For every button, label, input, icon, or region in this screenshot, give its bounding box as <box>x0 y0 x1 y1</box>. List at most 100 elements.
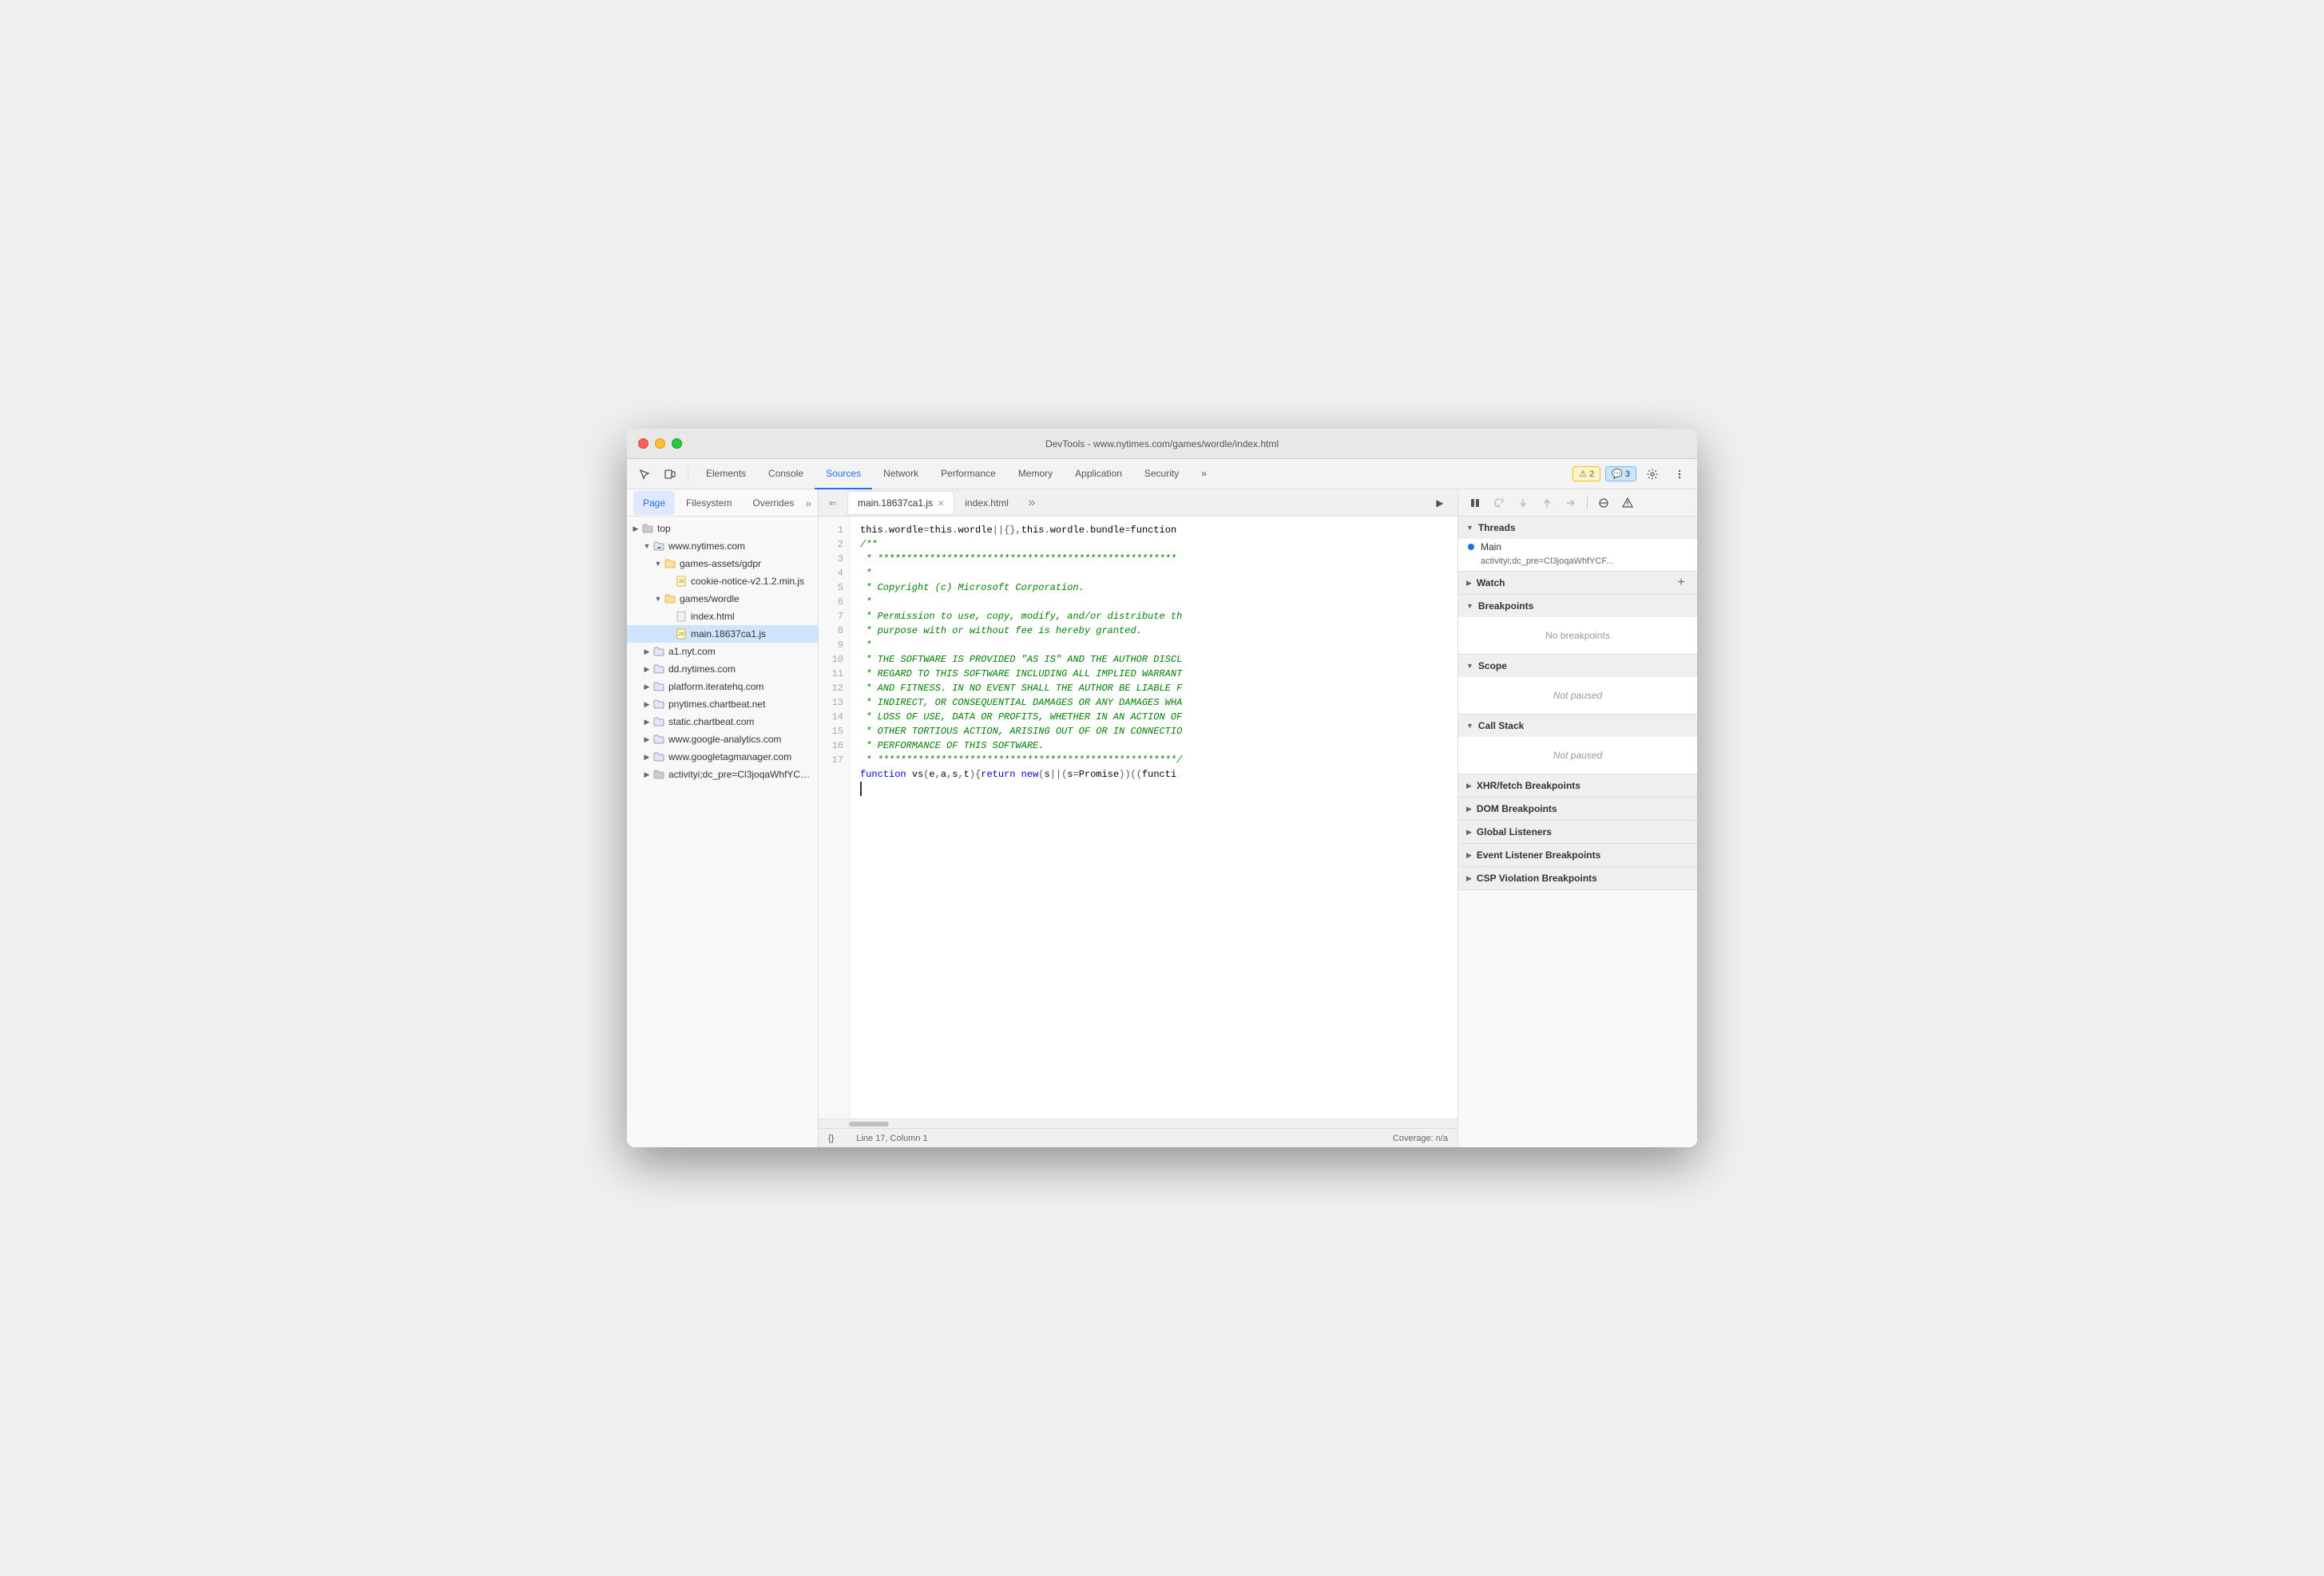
tab-performance[interactable]: Performance <box>930 459 1007 489</box>
tree-item-static-chartbeat[interactable]: ▶ static.chartbeat.com <box>627 713 818 731</box>
event-listener-bp-section: ▶ Event Listener Breakpoints <box>1458 844 1697 867</box>
editor-tab-main-js[interactable]: main.18637ca1.js × <box>847 491 954 515</box>
tree-arrow-google-analytics: ▶ <box>641 734 652 745</box>
tree-item-platform-iterate[interactable]: ▶ platform.iteratehq.com <box>627 678 818 695</box>
code-line-2: /** <box>860 537 1448 552</box>
tab-more[interactable]: » <box>1190 459 1218 489</box>
global-listeners-arrow: ▶ <box>1466 828 1472 837</box>
cloud-folder-icon-dd <box>652 663 665 675</box>
coverage-status: Coverage: n/a <box>1393 1134 1448 1143</box>
tree-item-gtm[interactable]: ▶ www.googletagmanager.com <box>627 748 818 766</box>
tab-network[interactable]: Network <box>872 459 930 489</box>
threads-header[interactable]: ▼ Threads <box>1458 517 1697 539</box>
device-toolbar-button[interactable] <box>659 463 681 485</box>
call-stack-content: Not paused <box>1458 737 1697 774</box>
step-out-button[interactable] <box>1537 493 1557 513</box>
svg-text:JS: JS <box>678 632 684 637</box>
global-listeners-header[interactable]: ▶ Global Listeners <box>1458 821 1697 843</box>
tree-item-activityi[interactable]: ▶ activityi;dc_pre=Cl3joqaWhfYCFc9V1Qc <box>627 766 818 783</box>
xhr-breakpoints-header[interactable]: ▶ XHR/fetch Breakpoints <box>1458 774 1697 797</box>
cloud-folder-icon-static <box>652 715 665 728</box>
tree-item-main-js[interactable]: ▶ JS main.18637ca1.js <box>627 625 818 643</box>
code-line-16: * PERFORMANCE OF THIS SOFTWARE. <box>860 739 1448 753</box>
tab-sources[interactable]: Sources <box>815 459 872 489</box>
subtab-page[interactable]: Page <box>633 491 675 515</box>
tree-item-index-html[interactable]: ▶ index.html <box>627 608 818 625</box>
watch-section: ▶ Watch + <box>1458 572 1697 595</box>
editor-tabs-bar: ⇐ main.18637ca1.js × index.html » ▶ <box>819 489 1457 517</box>
main-thread-item[interactable]: Main <box>1458 539 1697 555</box>
tree-item-cookie-notice[interactable]: ▶ JS cookie-notice-v2.1.2.min.js <box>627 572 818 590</box>
horizontal-scrollbar[interactable] <box>819 1119 1457 1128</box>
file-tree-scroll[interactable]: ▶ top ▼ ☁ www.nytimes.com ▼ <box>627 517 818 1147</box>
settings-button[interactable] <box>1641 463 1664 485</box>
editor-tab-index-html[interactable]: index.html <box>954 491 1019 515</box>
tree-item-games-wordle[interactable]: ▼ games/wordle <box>627 590 818 608</box>
run-snippet-button[interactable]: ▶ <box>1429 492 1451 514</box>
csp-bp-header[interactable]: ▶ CSP Violation Breakpoints <box>1458 867 1697 889</box>
tree-item-pnytimes-chartbeat[interactable]: ▶ pnytimes.chartbeat.net <box>627 695 818 713</box>
xhr-breakpoints-section: ▶ XHR/fetch Breakpoints <box>1458 774 1697 798</box>
right-panel-scroll[interactable]: ▼ Threads Main activityi;dc_pre=Cl3joqaW… <box>1458 517 1697 1147</box>
add-watch-button[interactable]: + <box>1673 575 1689 591</box>
tree-item-games-assets[interactable]: ▼ games-assets/gdpr <box>627 555 818 572</box>
h-scroll-thumb[interactable] <box>849 1122 889 1127</box>
more-options-button[interactable] <box>1668 463 1691 485</box>
call-stack-section: ▼ Call Stack Not paused <box>1458 715 1697 774</box>
maximize-button[interactable] <box>672 438 682 449</box>
tree-label-top: top <box>657 523 811 534</box>
dom-breakpoints-header[interactable]: ▶ DOM Breakpoints <box>1458 798 1697 820</box>
pause-on-exceptions-button[interactable] <box>1617 493 1638 513</box>
deactivate-breakpoints-button[interactable] <box>1593 493 1614 513</box>
minimize-button[interactable] <box>655 438 665 449</box>
editor-tabs-more[interactable]: » <box>1022 493 1041 513</box>
close-tab-main-js[interactable]: × <box>938 497 944 509</box>
breakpoints-header[interactable]: ▼ Breakpoints <box>1458 595 1697 617</box>
watch-header[interactable]: ▶ Watch + <box>1458 572 1697 594</box>
step-over-button[interactable] <box>1489 493 1509 513</box>
subtabs-menu[interactable]: ⋮ <box>813 493 819 513</box>
tree-item-top[interactable]: ▶ top <box>627 520 818 537</box>
main-layout: Page Filesystem Overrides » ⋮ ▶ top ▼ <box>627 489 1697 1147</box>
format-button[interactable]: {} <box>828 1134 834 1143</box>
code-line-17: * **************************************… <box>860 753 1448 767</box>
close-button[interactable] <box>638 438 648 449</box>
tree-item-www-nytimes[interactable]: ▼ ☁ www.nytimes.com <box>627 537 818 555</box>
subtab-filesystem[interactable]: Filesystem <box>676 491 741 515</box>
step-into-button[interactable] <box>1513 493 1533 513</box>
code-area[interactable]: 1 2 3 4 5 6 7 8 9 10 11 12 13 14 <box>819 517 1457 1119</box>
folder-icon-activityi <box>652 768 665 781</box>
line-numbers: 1 2 3 4 5 6 7 8 9 10 11 12 13 14 <box>819 517 851 1119</box>
errors-badge[interactable]: 💬 3 <box>1605 466 1636 481</box>
tab-console[interactable]: Console <box>757 459 815 489</box>
breakpoints-arrow: ▼ <box>1466 602 1473 610</box>
code-line-6: * <box>860 595 1448 609</box>
tab-security[interactable]: Security <box>1133 459 1190 489</box>
tree-label-platform: platform.iteratehq.com <box>668 681 811 692</box>
inspect-element-button[interactable] <box>633 463 656 485</box>
event-listener-bp-header[interactable]: ▶ Event Listener Breakpoints <box>1458 844 1697 866</box>
tree-item-a1-nyt[interactable]: ▶ a1.nyt.com <box>627 643 818 660</box>
pause-resume-button[interactable] <box>1465 493 1485 513</box>
csp-bp-section: ▶ CSP Violation Breakpoints <box>1458 867 1697 890</box>
tab-memory[interactable]: Memory <box>1007 459 1064 489</box>
toggle-sidebar-button[interactable]: ⇐ <box>822 492 844 514</box>
scope-header[interactable]: ▼ Scope <box>1458 655 1697 677</box>
csp-arrow: ▶ <box>1466 874 1472 883</box>
code-editor[interactable]: 1 2 3 4 5 6 7 8 9 10 11 12 13 14 <box>819 517 1457 1147</box>
editor-tab-label-main: main.18637ca1.js <box>858 497 933 509</box>
line-num-9: 9 <box>819 638 850 652</box>
line-num-7: 7 <box>819 609 850 624</box>
tree-item-google-analytics[interactable]: ▶ www.google-analytics.com <box>627 731 818 748</box>
event-listener-bp-title: Event Listener Breakpoints <box>1477 849 1600 861</box>
subtabs-more[interactable]: » <box>805 493 811 513</box>
call-stack-header[interactable]: ▼ Call Stack <box>1458 715 1697 737</box>
tab-elements[interactable]: Elements <box>695 459 757 489</box>
tree-item-dd-nytimes[interactable]: ▶ dd.nytimes.com <box>627 660 818 678</box>
subtab-overrides[interactable]: Overrides <box>743 491 803 515</box>
breakpoints-title: Breakpoints <box>1478 600 1533 612</box>
cloud-folder-icon-ga <box>652 733 665 746</box>
step-button[interactable] <box>1561 493 1581 513</box>
tab-application[interactable]: Application <box>1064 459 1133 489</box>
warnings-badge[interactable]: ⚠ 2 <box>1572 466 1600 481</box>
